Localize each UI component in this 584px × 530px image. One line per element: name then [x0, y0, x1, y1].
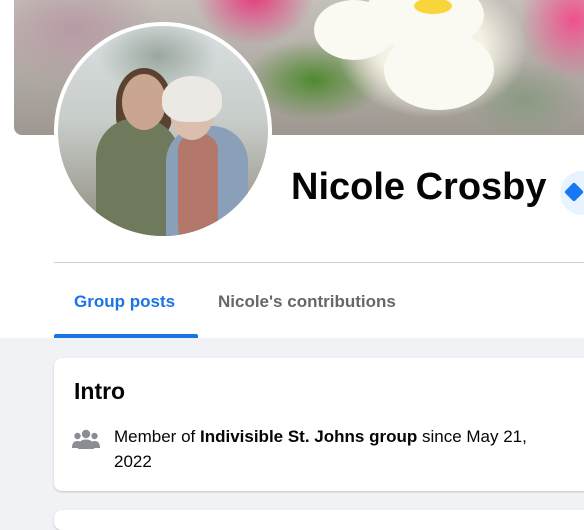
active-tab-indicator — [54, 334, 198, 338]
cover-flower-petal — [384, 30, 494, 110]
person-head — [122, 74, 166, 130]
profile-name: Nicole Crosby — [291, 166, 547, 208]
profile-photo — [58, 26, 268, 236]
intro-card: Intro Member of Indivisible St. Johns gr… — [54, 358, 584, 491]
person-scarf — [178, 134, 218, 236]
tab-group-posts[interactable]: Group posts — [74, 292, 175, 312]
intro-group-link[interactable]: Indivisible St. Johns group — [200, 427, 417, 446]
tab-contributions[interactable]: Nicole's contributions — [218, 292, 396, 312]
intro-title: Intro — [74, 378, 126, 404]
group-members-icon — [72, 429, 100, 449]
header-divider — [54, 262, 584, 263]
next-card-edge — [54, 510, 584, 530]
person-hair — [162, 76, 222, 122]
intro-prefix: Member of — [114, 427, 200, 446]
badge-diamond-icon — [564, 182, 584, 202]
intro-membership-text: Member of Indivisible St. Johns group si… — [114, 424, 564, 474]
profile-avatar[interactable] — [54, 22, 272, 240]
cover-flower-petal — [314, 0, 394, 60]
